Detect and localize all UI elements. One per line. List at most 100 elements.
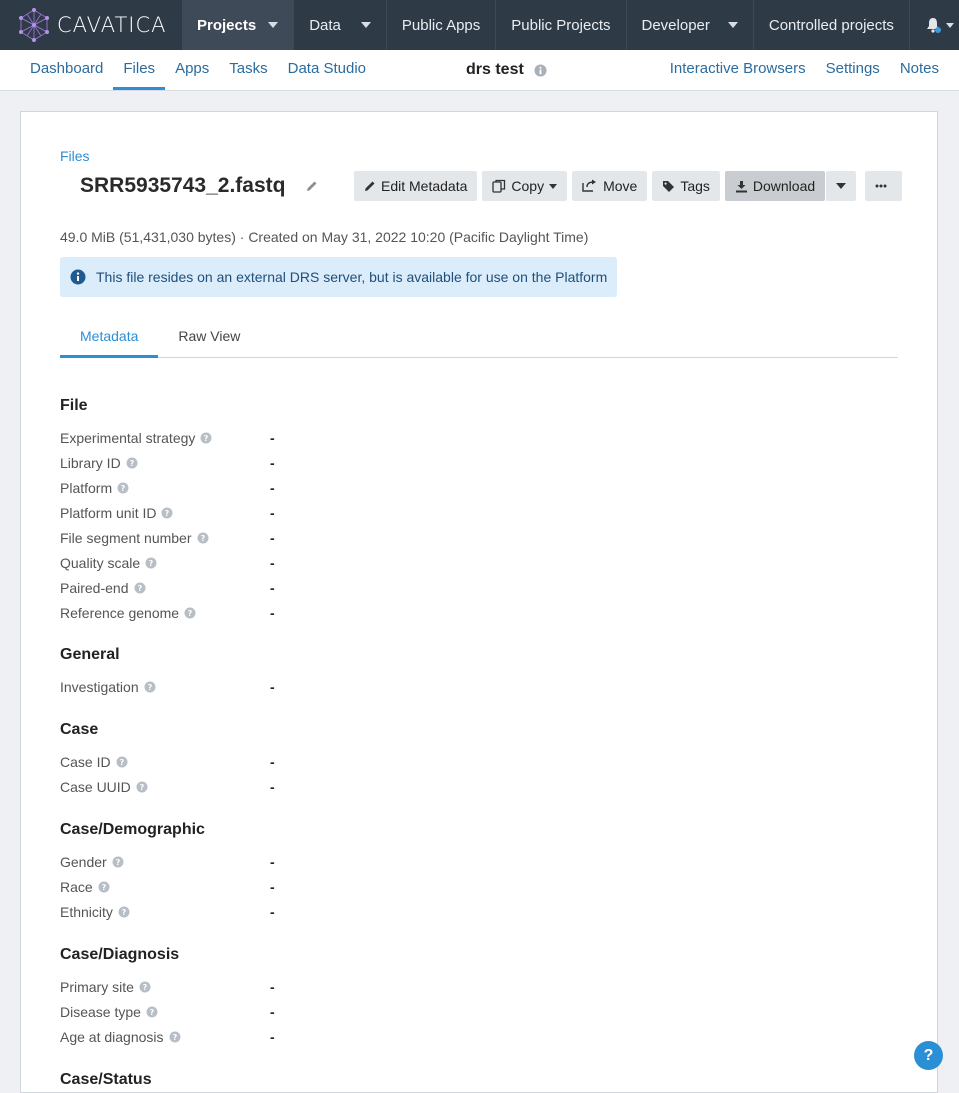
metadata-row: Quality scale? -: [60, 550, 760, 575]
tab-metadata[interactable]: Metadata: [60, 317, 159, 358]
more-actions-button[interactable]: [865, 171, 903, 201]
metadata-row: Platform? -: [60, 475, 760, 500]
tags-button[interactable]: Tags: [652, 171, 720, 201]
tab-notes[interactable]: Notes: [880, 50, 939, 88]
help-icon[interactable]: ?: [169, 1031, 181, 1043]
field-label: Case UUID: [60, 778, 131, 795]
bell-icon: [926, 18, 941, 33]
tab-data-studio[interactable]: Data Studio: [278, 50, 376, 88]
field-label: Paired-end: [60, 579, 129, 596]
tab-tasks[interactable]: Tasks: [219, 50, 277, 88]
notifications-menu[interactable]: [910, 0, 959, 50]
metadata-row: Reference genome? -: [60, 600, 760, 625]
field-label: Platform: [60, 479, 113, 496]
help-icon[interactable]: ?: [197, 532, 209, 544]
logo-icon: [19, 8, 49, 42]
copy-button[interactable]: Copy: [482, 171, 568, 201]
field-label: Race: [60, 878, 93, 895]
topnav-public-apps[interactable]: Public Apps: [387, 0, 497, 50]
chevron-down-icon: [360, 22, 371, 28]
help-icon[interactable]: ?: [134, 582, 146, 594]
help-button[interactable]: ?: [914, 1041, 943, 1070]
topnav-controlled-projects-label: Controlled projects: [768, 16, 894, 34]
svg-text:?: ?: [119, 758, 124, 767]
topnav-projects-label: Projects: [197, 16, 257, 34]
field-value: -: [270, 479, 275, 496]
field-value: -: [270, 529, 275, 546]
edit-pencil-icon[interactable]: [306, 180, 318, 192]
section-general: General Investigation? -: [60, 646, 760, 699]
svg-text:?: ?: [147, 683, 152, 692]
topnav-public-projects[interactable]: Public Projects: [496, 0, 627, 50]
tab-settings[interactable]: Settings: [806, 50, 880, 88]
move-icon: [582, 179, 597, 192]
field-label: Reference genome: [60, 604, 180, 621]
help-icon[interactable]: ?: [139, 981, 151, 993]
move-label: Move: [603, 178, 638, 194]
metadata-row: Race? -: [60, 874, 760, 899]
tab-raw-view[interactable]: Raw View: [158, 317, 260, 357]
help-icon[interactable]: ?: [136, 781, 148, 793]
chevron-down-icon: [268, 22, 279, 28]
info-icon[interactable]: [534, 63, 547, 77]
topnav-data[interactable]: Data: [294, 0, 387, 50]
svg-text:?: ?: [149, 559, 154, 568]
edit-metadata-button[interactable]: Edit Metadata: [354, 171, 478, 201]
field-label: Platform unit ID: [60, 504, 157, 521]
download-button[interactable]: Download: [724, 171, 826, 201]
help-icon[interactable]: ?: [161, 507, 173, 519]
help-icon[interactable]: ?: [116, 756, 128, 768]
section-title: Case: [60, 721, 99, 738]
drs-info-banner: This file resides on an external DRS ser…: [60, 257, 617, 297]
edit-metadata-label: Edit Metadata: [381, 178, 468, 194]
top-navigation: CAVATICA Projects Data Public Apps Publi…: [0, 0, 959, 50]
topnav-developer[interactable]: Developer: [627, 0, 754, 50]
tab-dashboard[interactable]: Dashboard: [20, 50, 113, 88]
metadata-row: Paired-end? -: [60, 575, 760, 600]
help-icon[interactable]: ?: [184, 607, 196, 619]
download-label: Download: [752, 178, 816, 194]
cavatica-logo[interactable]: CAVATICA: [17, 8, 167, 42]
tag-icon: [663, 180, 675, 192]
topnav-data-label: Data: [309, 16, 341, 34]
field-label: Ethnicity: [60, 903, 113, 920]
help-icon[interactable]: ?: [144, 681, 156, 693]
file-view-tabs: Metadata Raw View: [60, 317, 898, 358]
breadcrumb-files[interactable]: Files: [60, 148, 90, 164]
project-title-wrap: drs test: [466, 50, 547, 90]
chevron-down-icon: [549, 183, 558, 189]
field-value: -: [270, 878, 275, 895]
field-value: -: [270, 454, 275, 471]
tab-interactive-browsers[interactable]: Interactive Browsers: [650, 50, 806, 88]
help-icon[interactable]: ?: [117, 482, 129, 494]
metadata-row: Experimental strategy? -: [60, 425, 760, 450]
help-icon[interactable]: ?: [126, 457, 138, 469]
help-icon[interactable]: ?: [112, 856, 124, 868]
svg-text:?: ?: [139, 783, 144, 792]
download-icon: [735, 180, 747, 192]
topnav-projects[interactable]: Projects: [182, 0, 295, 50]
help-icon[interactable]: ?: [200, 432, 212, 444]
download-options-toggle[interactable]: [825, 171, 857, 201]
svg-text:?: ?: [122, 908, 127, 917]
help-icon[interactable]: ?: [145, 557, 157, 569]
pencil-icon: [365, 181, 375, 191]
field-label: Case ID: [60, 753, 111, 770]
metadata-row: Investigation? -: [60, 674, 760, 699]
move-button[interactable]: Move: [572, 171, 648, 201]
ellipsis-icon: [875, 184, 887, 188]
help-icon[interactable]: ?: [146, 1006, 158, 1018]
svg-text:?: ?: [143, 983, 148, 992]
help-icon[interactable]: ?: [118, 906, 130, 918]
project-title: drs test: [466, 61, 524, 78]
tab-apps[interactable]: Apps: [165, 50, 219, 88]
field-value: -: [270, 853, 275, 870]
drs-info-text: This file resides on an external DRS ser…: [96, 269, 608, 285]
topnav-controlled-projects[interactable]: Controlled projects: [754, 0, 910, 50]
metadata-row: Ethnicity? -: [60, 899, 760, 924]
section-title: Case/Demographic: [60, 821, 205, 838]
project-right-tabs: Interactive Browsers Settings Notes: [650, 50, 939, 90]
chevron-down-icon: [836, 183, 847, 189]
help-icon[interactable]: ?: [98, 881, 110, 893]
tab-files[interactable]: Files: [113, 50, 166, 90]
